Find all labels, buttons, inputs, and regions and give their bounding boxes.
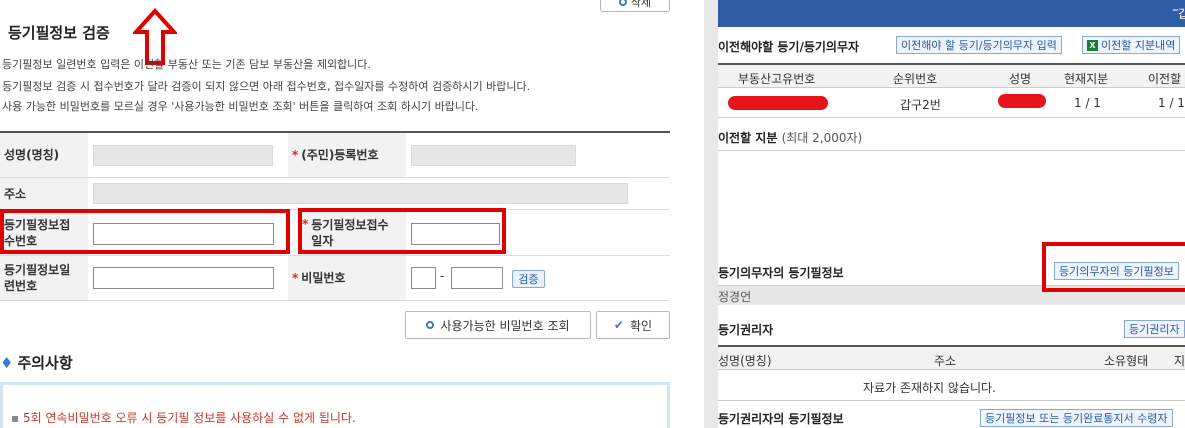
address-label: 주소 [0, 178, 88, 209]
highlight-obligor-button [1042, 242, 1185, 292]
redacted-name [998, 94, 1046, 108]
serial-label: 등기필정보일 련번호 [0, 256, 88, 300]
highlight-receipt-date [298, 208, 506, 254]
password-input-2[interactable] [451, 267, 503, 289]
circle-icon [426, 321, 435, 329]
serial-input[interactable] [93, 267, 274, 289]
registration-info-verify-panel: 삭제 등기필정보 검증 등기필정보 일련번호 입력은 이전할 부동산 또는 기존… [0, 0, 700, 428]
bulb-icon: ♦ [0, 353, 14, 372]
window-title: 갑 [1178, 5, 1185, 22]
rightholder-info-title: 등기권리자의 등기필정보 [718, 412, 844, 426]
lookup-password-button[interactable]: 사용가능한 비밀번호 조회 [405, 311, 591, 339]
check-icon: ✔ [613, 318, 624, 332]
description-line-1: 등기필정보 일련번호 입력은 이전할 부동산 또는 기존 담보 부동산을 제외합… [2, 58, 371, 71]
section-title: 등기필정보 검증 [8, 24, 110, 42]
password-label: * 비밀번호 [288, 256, 406, 300]
delete-button[interactable]: 삭제 [600, 0, 670, 12]
confirm-button[interactable]: ✔ 확인 [596, 311, 670, 339]
transfer-share-excel-button[interactable]: X 이전할 지분내역 [1082, 36, 1181, 54]
obligor-section-title: 등기의무자의 등기필정보 [718, 266, 844, 280]
form-row-address: 주소 [0, 178, 670, 210]
minimize-icon[interactable]: – [1172, 2, 1179, 18]
password-input-1[interactable] [411, 267, 436, 289]
description-line-3: 사용 가능한 비밀번호를 모르실 경우 '사용가능한 비밀번호 조회' 버튼을 … [2, 100, 479, 113]
password-separator: - [440, 269, 445, 283]
description-line-2: 등기필정보 검증 시 접수번호가 달라 검증이 되지 않으면 아래 접수번호, … [2, 80, 531, 93]
rightholder-info-button[interactable]: 등기필정보 또는 등기완료통지서 수령자 [980, 409, 1173, 427]
rightholder-divider [718, 400, 1185, 401]
notice-box: ▪ 5회 연속비밀번호 오류 시 등기필 정보를 사용하실 수 없게 됩니다. [0, 382, 670, 428]
rightholder-button[interactable]: 등기권리자 [1124, 320, 1185, 338]
transfer-input-button[interactable]: 이전해야 할 등기/등기의무자 입력 [896, 36, 1062, 54]
transfer-section-title: 이전해야할 등기/등기의무자 [718, 40, 860, 54]
share-section-title: 이전할 지분 (최대 2,000자) [718, 131, 863, 145]
window-header: 갑 – [718, 0, 1185, 27]
form-row-name: 성명(명칭) * (주민)등록번호 [0, 133, 670, 178]
notice-item: ▪ 5회 연속비밀번호 오류 시 등기필 정보를 사용하실 수 없게 됩니다. [11, 411, 356, 425]
transfer-table-header: 부동산고유번호 순위번호 성명 현재지분 이전할 [718, 63, 1185, 88]
excel-icon: X [1087, 39, 1098, 51]
table-row[interactable]: 갑구2번 1 / 1 1 / 1 [718, 90, 1185, 118]
address-field [93, 183, 628, 204]
highlight-receipt-no [0, 209, 290, 254]
empty-message: 자료가 존재하지 않습니다. [863, 381, 996, 395]
rightholder-section-title: 등기권리자 [718, 323, 774, 337]
form-row-serial: 등기필정보일 련번호 * 비밀번호 - 검증 [0, 256, 670, 301]
circle-icon [618, 0, 627, 6]
name-field [93, 145, 273, 166]
registration-detail-panel: 갑 – 이전해야할 등기/등기의무자 이전해야 할 등기/등기의무자 입력 X … [704, 0, 1185, 428]
share-textarea[interactable] [718, 151, 1185, 256]
reg-no-field [411, 145, 576, 166]
name-label: 성명(명칭) [0, 133, 88, 177]
notice-title: ♦ 주의사항 [0, 353, 73, 373]
reg-no-label: * (주민)등록번호 [288, 133, 406, 177]
redacted-property-no [728, 96, 828, 110]
rightholder-table-header: 성명(명칭) 주소 소유형태 지 [718, 345, 1185, 370]
verify-button[interactable]: 검증 [512, 270, 545, 288]
